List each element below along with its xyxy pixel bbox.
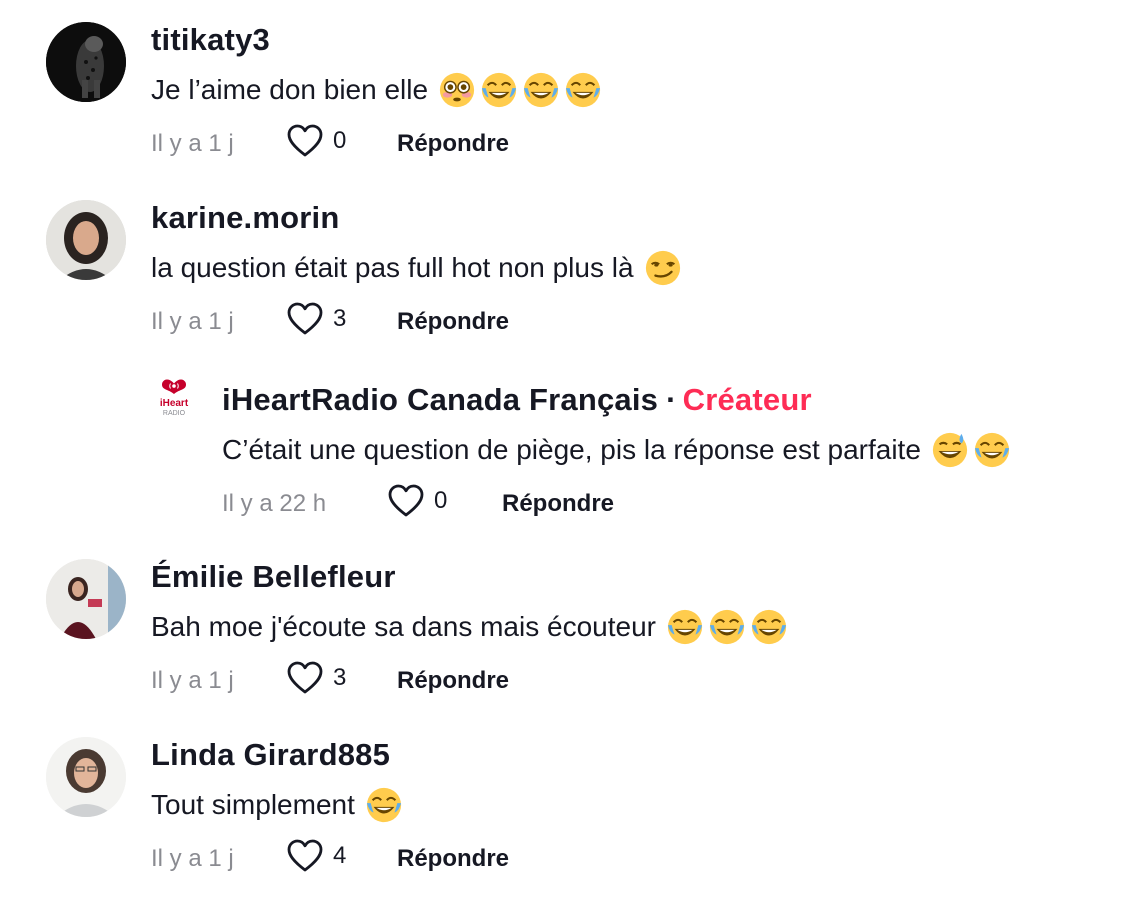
- face-with-tears-of-joy-emoji: [709, 609, 745, 645]
- comment-text: Je l’aime don bien elle: [151, 70, 602, 110]
- comment-text: Bah moe j'écoute sa dans mais écouteur: [151, 607, 788, 647]
- flushed-face-emoji: [439, 72, 475, 108]
- avatar[interactable]: [46, 22, 126, 102]
- like-count: 0: [434, 487, 448, 514]
- person-avatar-image: [46, 559, 126, 639]
- face-with-tears-of-joy-emoji: [565, 72, 601, 108]
- like-button[interactable]: 3: [287, 661, 346, 695]
- face-with-tears-of-joy-emoji: [974, 432, 1010, 468]
- comment-timestamp: Il y a 1 j: [151, 130, 234, 157]
- avatar[interactable]: [46, 559, 126, 639]
- heart-icon: [287, 661, 323, 694]
- reply-button[interactable]: Répondre: [502, 490, 614, 518]
- reply-button[interactable]: Répondre: [397, 667, 509, 695]
- reply-button[interactable]: Répondre: [397, 308, 509, 336]
- comment-text: C’était une question de piège, pis la ré…: [222, 430, 1011, 470]
- comment-meta: Il y a 1 j 3 Répondre: [151, 302, 682, 342]
- grinning-face-with-sweat-emoji: [932, 432, 968, 468]
- reply-button[interactable]: Répondre: [397, 130, 509, 158]
- like-count: 3: [333, 664, 347, 691]
- smirking-face-emoji: [645, 250, 680, 286]
- face-with-tears-of-joy-emoji: [523, 72, 559, 108]
- face-with-tears-of-joy-emoji: [366, 787, 401, 823]
- like-count: 4: [333, 842, 347, 869]
- reply-button[interactable]: Répondre: [397, 845, 509, 873]
- heart-icon: [287, 839, 323, 872]
- iheartradio-logo-icon: iHeart RADIO: [160, 379, 189, 417]
- comment-text: la question était pas full hot non plus …: [151, 248, 682, 288]
- comment-timestamp: Il y a 22 h: [222, 490, 327, 517]
- comment-username[interactable]: Émilie Bellefleur: [151, 557, 788, 597]
- like-button[interactable]: 4: [287, 839, 346, 873]
- comment-meta: Il y a 1 j 3 Répondre: [151, 661, 788, 701]
- separator-dot: ·: [666, 382, 677, 417]
- comment-username[interactable]: titikaty3: [151, 20, 602, 60]
- comment-meta: Il y a 1 j 0 Répondre: [151, 124, 602, 164]
- heart-icon: [388, 484, 424, 517]
- avatar[interactable]: [46, 737, 126, 817]
- comment-meta: Il y a 1 j 4 Répondre: [151, 839, 509, 879]
- comment-username-row: iHeartRadio Canada Français · Créateur: [222, 380, 1011, 420]
- comment-username[interactable]: iHeartRadio Canada Français: [222, 382, 658, 417]
- like-button[interactable]: 0: [287, 124, 346, 158]
- person-avatar-image: [46, 200, 126, 280]
- avatar[interactable]: iHeart RADIO: [150, 378, 198, 426]
- avatar[interactable]: [46, 200, 126, 280]
- comment-username[interactable]: Linda Girard885: [151, 735, 403, 775]
- face-with-tears-of-joy-emoji: [751, 609, 787, 645]
- comment-timestamp: Il y a 1 j: [151, 845, 234, 872]
- like-count: 3: [333, 305, 347, 332]
- svg-text:iHeart: iHeart: [160, 398, 189, 409]
- face-with-tears-of-joy-emoji: [481, 72, 517, 108]
- svg-text:RADIO: RADIO: [163, 410, 186, 417]
- like-button[interactable]: 3: [287, 302, 346, 336]
- comment-username[interactable]: karine.morin: [151, 198, 682, 238]
- heart-icon: [287, 124, 323, 157]
- like-count: 0: [333, 127, 347, 154]
- like-button[interactable]: 0: [388, 484, 447, 518]
- person-avatar-image: [46, 737, 126, 817]
- face-with-tears-of-joy-emoji: [667, 609, 703, 645]
- comment-text: Tout simplement: [151, 785, 403, 825]
- comment-timestamp: Il y a 1 j: [151, 667, 234, 694]
- leopard-avatar-image: [46, 22, 126, 102]
- creator-badge: Créateur: [682, 382, 812, 417]
- heart-icon: [287, 302, 323, 335]
- comment-timestamp: Il y a 1 j: [151, 308, 234, 335]
- comment-meta: Il y a 22 h 0 Répondre: [222, 484, 1011, 524]
